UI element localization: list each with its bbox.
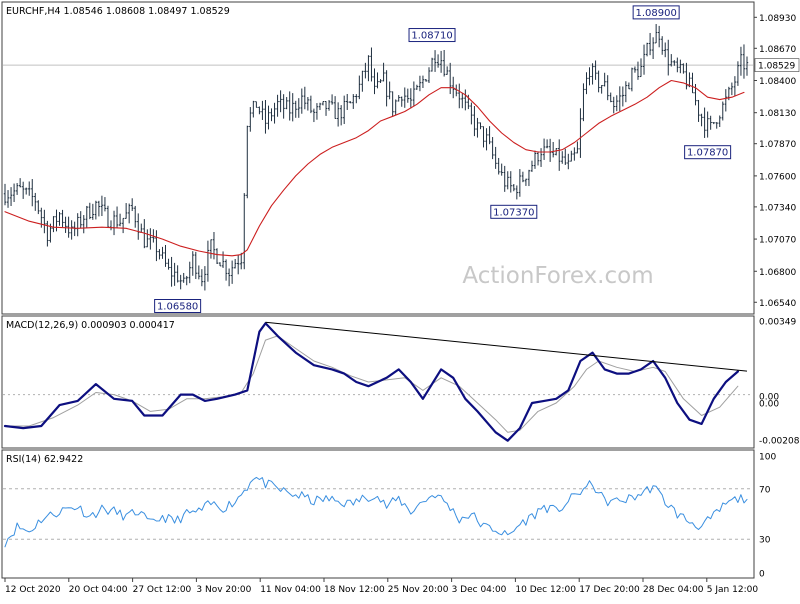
price-axis-label: 1.06800 — [759, 268, 796, 278]
time-axis-label: 5 Jan 12:00 — [707, 585, 759, 595]
time-axis-label: 11 Nov 04:00 — [260, 585, 321, 595]
price-axis-label: 1.07600 — [759, 172, 796, 182]
rsi-axis-label: 100 — [759, 453, 776, 463]
current-price-label: 1.08529 — [758, 62, 795, 72]
rsi-axis-label: 0 — [759, 570, 765, 580]
time-axis-label: 28 Dec 04:00 — [643, 585, 704, 595]
time-axis-label: 27 Oct 12:00 — [133, 585, 192, 595]
chart-root: ActionForex.com 1.06580 1.08710 1.07370 1.0… — [0, 0, 800, 600]
time-axis-label: 18 Nov 12:00 — [324, 585, 385, 595]
level-callout-label: 1.07370 — [493, 207, 534, 218]
price-axis-label: 1.08930 — [759, 14, 796, 24]
price-panel-title: EURCHF,H4 1.08546 1.08608 1.08497 1.0852… — [6, 6, 230, 17]
time-axis-label: 10 Dec 12:00 — [515, 585, 576, 595]
macd-axis-label: 0.00 — [759, 400, 779, 410]
level-callout-label: 1.07870 — [687, 148, 728, 159]
level-callout-label: 1.08900 — [635, 8, 676, 19]
level-callout-label: 1.06580 — [157, 302, 198, 313]
time-axis-label: 20 Oct 04:00 — [69, 585, 128, 595]
time-axis-label: 3 Nov 20:00 — [196, 585, 251, 595]
time-axis-label: 12 Oct 2020 — [5, 585, 61, 595]
price-axis-label: 1.08670 — [759, 45, 796, 55]
macd-panel-title: MACD(12,26,9) 0.000903 0.000417 — [6, 320, 175, 331]
time-axis-label: 17 Dec 20:00 — [579, 585, 640, 595]
watermark-text: ActionForex.com — [462, 263, 653, 289]
time-axis-label: 3 Dec 04:00 — [452, 585, 507, 595]
rsi-panel-title: RSI(14) 62.9422 — [6, 454, 83, 465]
price-axis-label: 1.08130 — [759, 109, 796, 119]
level-callout-label: 1.08710 — [411, 31, 452, 42]
chart-canvas: ActionForex.com 1.06580 1.08710 1.07370 1.0… — [0, 0, 800, 600]
price-axis-label: 1.08400 — [759, 77, 796, 87]
rsi-axis-label: 70 — [759, 485, 771, 495]
rsi-axis-label: 30 — [759, 536, 771, 546]
time-axis-label: 25 Nov 20:00 — [388, 585, 449, 595]
price-axis-label: 1.07070 — [759, 236, 796, 246]
macd-axis-label: 0.00349 — [759, 318, 796, 328]
price-axis-label: 1.07870 — [759, 140, 796, 150]
macd-axis-label: -0.002083 — [759, 437, 800, 447]
price-axis-label: 1.07340 — [759, 203, 796, 213]
price-axis-label: 1.06540 — [759, 299, 796, 309]
